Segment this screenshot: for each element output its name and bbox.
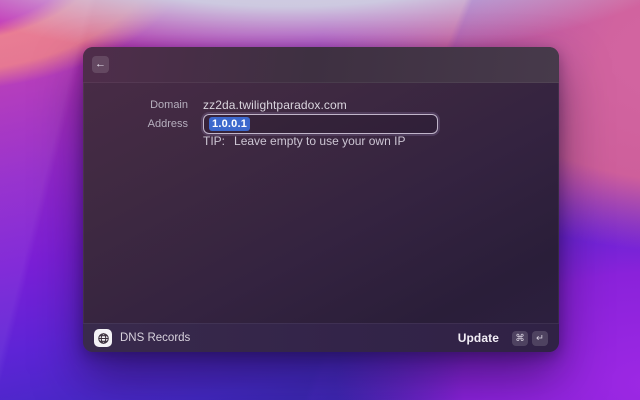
window-titlebar: ←: [83, 47, 559, 83]
update-button[interactable]: Update: [458, 331, 499, 345]
domain-row: Domain zz2da.twilightparadox.com: [83, 96, 559, 114]
back-arrow-icon: ←: [95, 58, 106, 70]
address-input[interactable]: 1.0.0.1: [203, 114, 438, 134]
tip-message: Leave empty to use your own IP: [234, 134, 406, 148]
globe-icon: [97, 332, 110, 345]
domain-label: Domain: [150, 99, 188, 111]
record-form: Domain zz2da.twilightparadox.com Address…: [83, 83, 559, 323]
back-button[interactable]: ←: [92, 56, 109, 73]
window-footer: DNS Records Update ⌘ ↵: [83, 323, 559, 352]
tip-text: TIP: Leave empty to use your own IP: [203, 134, 405, 148]
command-key-icon: ⌘: [512, 330, 528, 346]
address-row: Address 1.0.0.1: [83, 114, 559, 134]
address-input-selected-text: 1.0.0.1: [209, 117, 251, 131]
dns-records-app-badge: [94, 329, 112, 347]
return-key-icon: ↵: [532, 330, 548, 346]
tip-label: TIP:: [203, 134, 226, 148]
domain-value: zz2da.twilightparadox.com: [203, 98, 347, 112]
tip-row: TIP: Leave empty to use your own IP: [83, 134, 559, 148]
footer-action-group: Update ⌘ ↵: [458, 330, 548, 346]
footer-app-label: DNS Records: [120, 332, 191, 344]
dns-record-window: ← Domain zz2da.twilightparadox.com Addre…: [83, 47, 559, 352]
footer-app-group: DNS Records: [94, 329, 190, 347]
address-label: Address: [147, 118, 188, 130]
